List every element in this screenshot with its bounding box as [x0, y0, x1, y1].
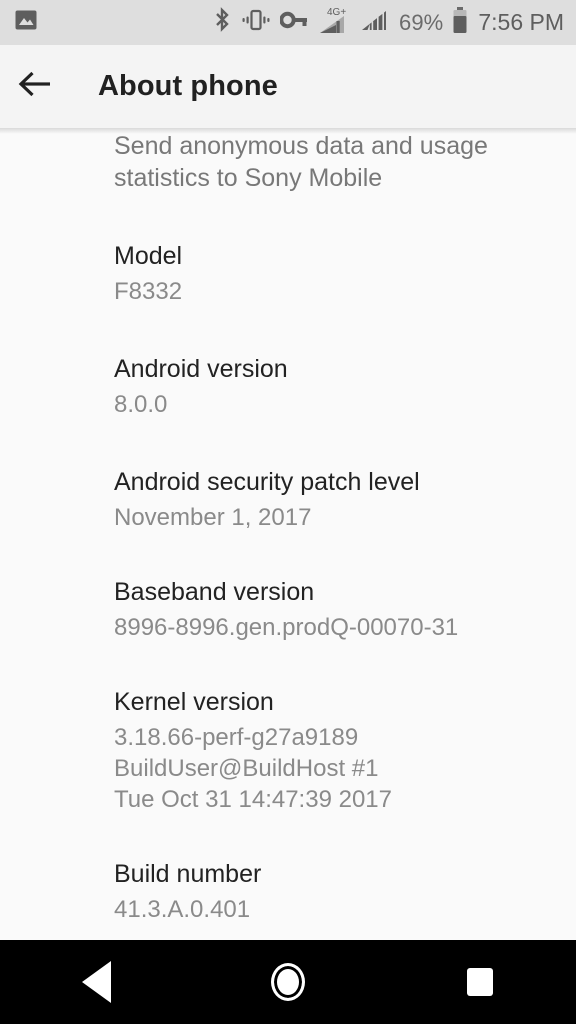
android-version-value: 8.0.0 [114, 391, 168, 418]
baseband-version-value: 8996-8996.gen.prodQ-00070-31 [114, 614, 459, 641]
clock-label: 7:56 PM [478, 9, 564, 35]
list-item-kernel-version[interactable]: Kernel version 3.18.66-perf-g27a9189 Bui… [114, 687, 576, 815]
status-bar-system-icons: 4G+ 69% 7:56 PM [212, 4, 564, 41]
list-item-usage-info[interactable]: Send anonymous data and usage statistics… [114, 128, 576, 194]
security-patch-value: November 1, 2017 [114, 504, 312, 531]
app-bar: About phone [0, 45, 576, 134]
kernel-version-line-2: BuildUser@BuildHost #1 [114, 755, 379, 782]
build-number-value: 41.3.A.0.401 [114, 896, 251, 923]
bluetooth-icon [212, 7, 232, 38]
page-title: About phone [98, 70, 278, 102]
image-notification-icon [14, 8, 38, 37]
square-recents-icon [467, 968, 493, 996]
list-item-security-patch[interactable]: Android security patch level November 1,… [114, 467, 576, 533]
svg-text:4G+: 4G+ [327, 7, 346, 18]
signal-sim2-icon [360, 7, 390, 38]
security-patch-title: Android security patch level [114, 468, 420, 496]
nav-back-button[interactable] [0, 940, 192, 1024]
circle-home-icon [271, 963, 305, 1001]
nav-recents-button[interactable] [384, 940, 576, 1024]
kernel-version-line-1: 3.18.66-perf-g27a9189 [114, 724, 359, 751]
status-bar-notifications [14, 8, 38, 37]
navigation-bar [0, 940, 576, 1024]
list-item-model[interactable]: Model F8332 [114, 241, 576, 307]
battery-percent-label: 69% [399, 9, 444, 35]
usage-info-summary: Send anonymous data and usage statistics… [114, 132, 488, 192]
kernel-version-title: Kernel version [114, 688, 274, 716]
signal-4gplus-icon: 4G+ [317, 4, 351, 41]
phone-screen: 4G+ 69% 7:56 PM About phone Send anonymo… [0, 0, 576, 1024]
model-value: F8332 [114, 278, 183, 305]
arrow-back-icon [18, 69, 54, 104]
status-bar: 4G+ 69% 7:56 PM [0, 0, 576, 45]
list-item-android-version[interactable]: Android version 8.0.0 [114, 354, 576, 420]
vibrate-icon [241, 7, 271, 38]
kernel-version-line-3: Tue Oct 31 14:47:39 2017 [114, 786, 392, 813]
triangle-back-icon [81, 961, 111, 1003]
kernel-version-value: 3.18.66-perf-g27a9189 BuildUser@BuildHos… [114, 717, 576, 815]
settings-scroll-area[interactable]: Usage info settings Send anonymous data … [0, 128, 576, 940]
model-title: Model [114, 242, 183, 270]
list-item-baseband-version[interactable]: Baseband version 8996-8996.gen.prodQ-000… [114, 577, 576, 643]
android-version-title: Android version [114, 355, 288, 383]
battery-icon [452, 6, 468, 39]
list-item-build-number[interactable]: Build number 41.3.A.0.401 [114, 859, 576, 925]
build-number-title: Build number [114, 860, 262, 888]
vpn-key-icon [279, 9, 308, 36]
back-button[interactable] [0, 45, 72, 128]
nav-home-button[interactable] [192, 940, 384, 1024]
baseband-version-title: Baseband version [114, 578, 315, 606]
